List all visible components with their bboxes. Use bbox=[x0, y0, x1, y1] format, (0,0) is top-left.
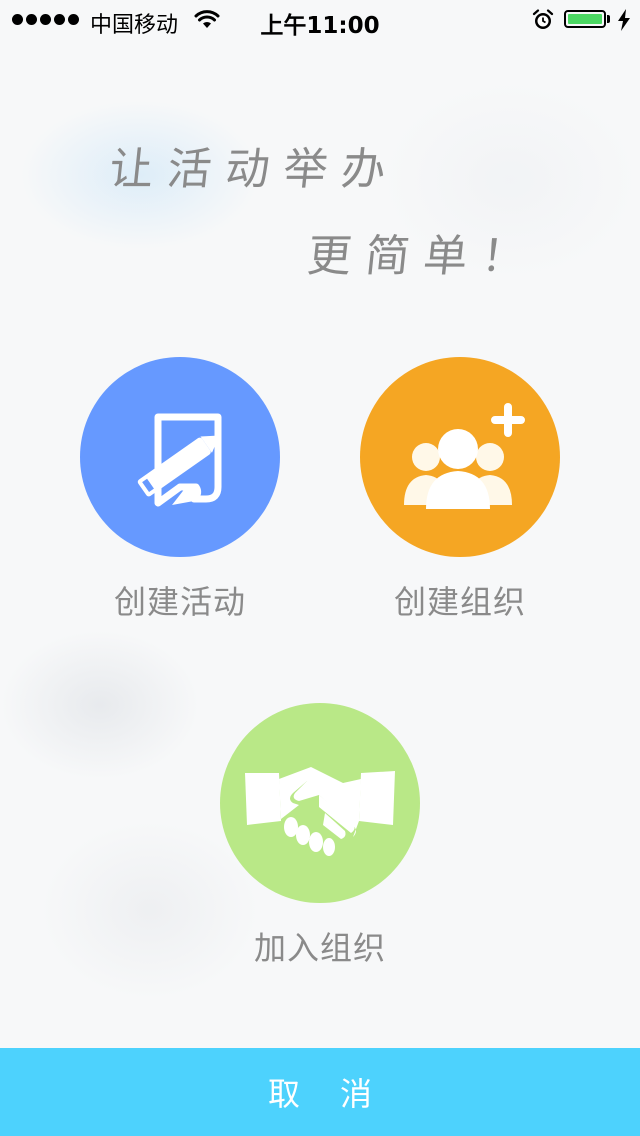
slogan-line-2: 更简单！ bbox=[304, 231, 543, 282]
background-blur bbox=[0, 630, 200, 780]
add-group-icon bbox=[404, 403, 525, 509]
join-organization-circle[interactable] bbox=[220, 703, 420, 903]
create-activity-label: 创建活动 bbox=[113, 583, 246, 621]
alarm-icon bbox=[532, 9, 554, 36]
charging-icon bbox=[617, 9, 631, 36]
battery-level bbox=[568, 14, 602, 24]
edit-note-icon bbox=[137, 413, 222, 507]
status-bar: 中国移动 上午11:00 bbox=[0, 0, 640, 40]
create-organization-circle[interactable] bbox=[360, 357, 560, 557]
join-organization-label: 加入组织 bbox=[253, 929, 386, 967]
create-organization-label: 创建组织 bbox=[393, 583, 526, 621]
battery-icon bbox=[564, 10, 606, 28]
create-activity-button[interactable]: 创建活动 bbox=[80, 357, 280, 623]
create-organization-button[interactable]: 创建组织 bbox=[360, 357, 560, 623]
slogan-line-1: 让活动举办 bbox=[106, 144, 403, 195]
join-organization-button[interactable]: 加入组织 bbox=[220, 703, 420, 969]
create-activity-circle[interactable] bbox=[80, 357, 280, 557]
handshake-icon bbox=[245, 767, 395, 856]
battery-tip bbox=[607, 15, 610, 23]
cancel-button[interactable]: 取消 bbox=[0, 1048, 640, 1136]
